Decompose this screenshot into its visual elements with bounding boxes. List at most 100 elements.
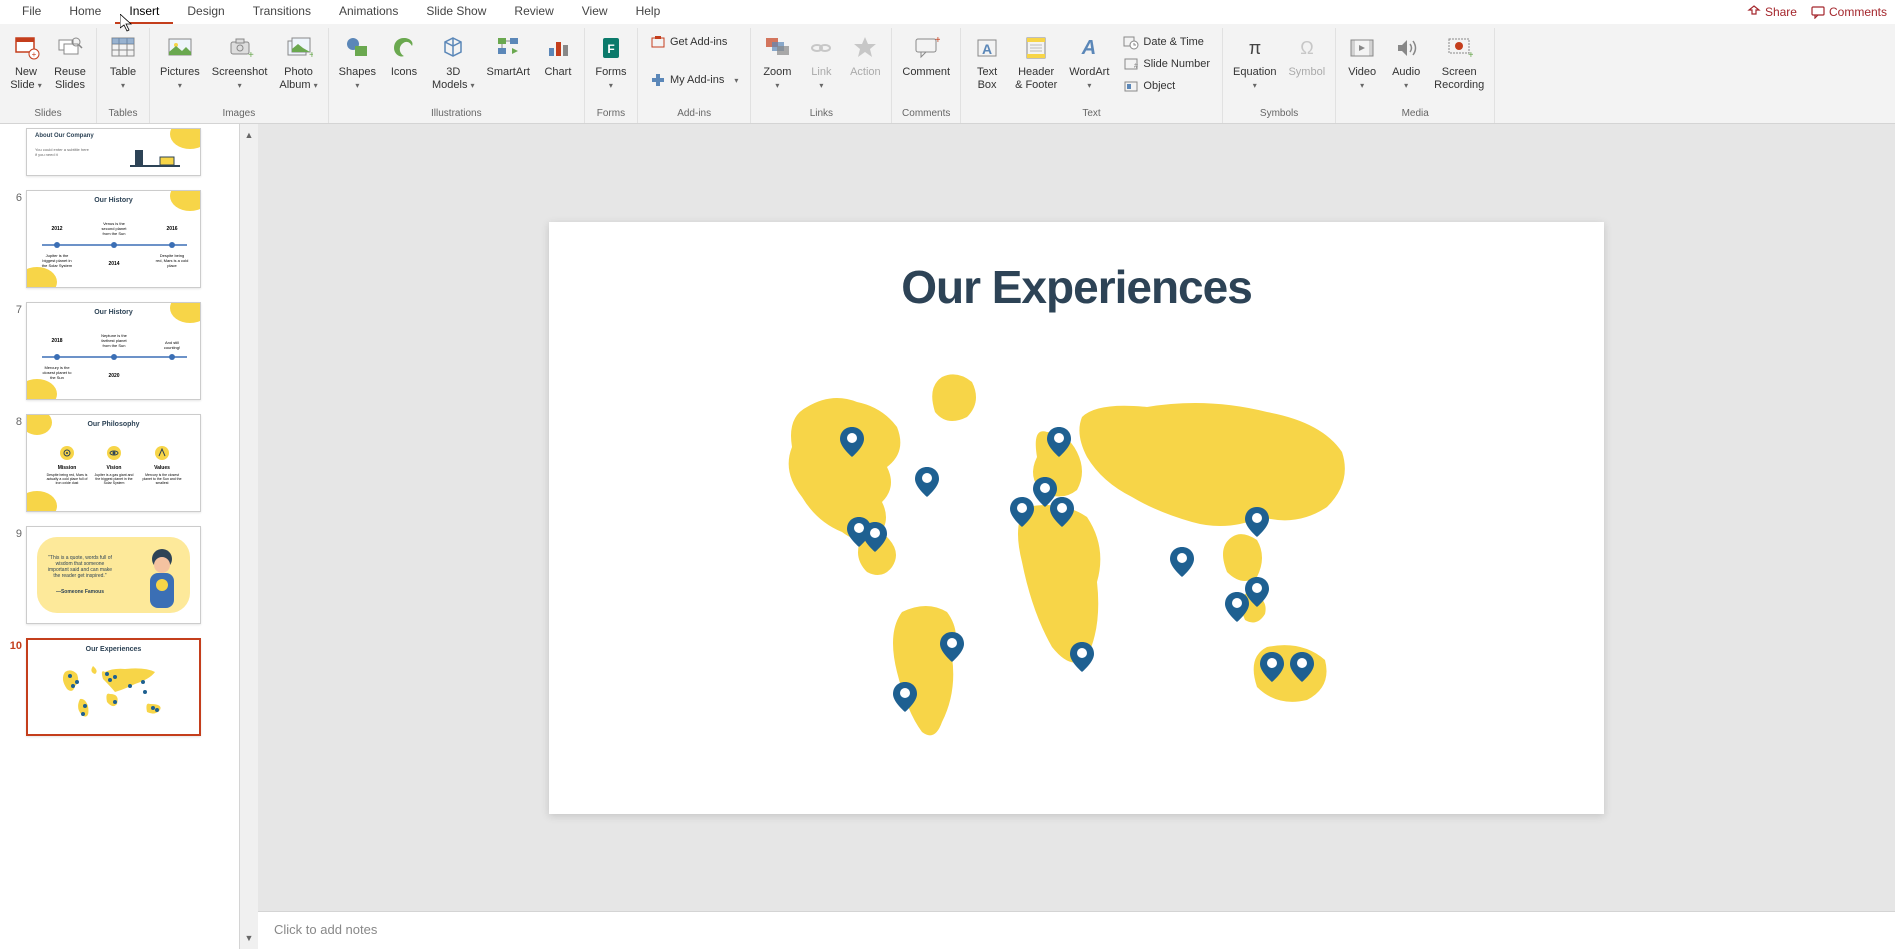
slide-thumb-8[interactable]: Our Philosophy Mission Vision Values Des… xyxy=(26,414,201,512)
ribbon-group-label-images: Images xyxy=(156,106,322,123)
table-button[interactable]: Table▾ xyxy=(103,30,143,94)
equation-label: Equation▾ xyxy=(1233,66,1276,92)
zoom-icon xyxy=(761,32,793,64)
svg-text:A: A xyxy=(1081,37,1096,59)
slide-thumb-7[interactable]: Our History 20182020Neptune is thefarthe… xyxy=(26,302,201,400)
notes-placeholder[interactable]: Click to add notes xyxy=(274,922,1879,937)
slide-number xyxy=(8,128,26,130)
svg-text:Vision: Vision xyxy=(107,465,122,471)
header-footer-icon xyxy=(1020,32,1052,64)
slide-panel-scrollbar[interactable]: ▲ ▼ xyxy=(240,124,258,949)
comment-button[interactable]: + Comment xyxy=(898,30,954,81)
slide-thumb-6[interactable]: Our History 201220142016Venus is theseco… xyxy=(26,190,201,288)
slide-thumb-5[interactable]: About Our Company You could enter a subt… xyxy=(26,128,201,176)
3d-models-button[interactable]: 3DModels ▾ xyxy=(428,30,479,94)
forms-button[interactable]: F Forms▾ xyxy=(591,30,631,94)
3d-models-icon xyxy=(437,32,469,64)
editor-area: Our Experiences xyxy=(258,124,1895,949)
reuse-slides-icon xyxy=(54,32,86,64)
reuse-slides-button[interactable]: ReuseSlides xyxy=(50,30,90,94)
menu-insert[interactable]: Insert xyxy=(115,0,173,24)
menu-view[interactable]: View xyxy=(568,0,622,24)
menubar-right: Share Comments xyxy=(1747,5,1887,19)
comments-button[interactable]: Comments xyxy=(1811,5,1887,19)
world-map[interactable] xyxy=(767,362,1387,762)
slide-canvas-wrap[interactable]: Our Experiences xyxy=(258,124,1895,911)
slide-number: 8 xyxy=(8,414,26,428)
slide-number-button[interactable]: # Slide Number xyxy=(1121,54,1212,74)
slide-canvas[interactable]: Our Experiences xyxy=(549,222,1604,814)
thumb-title: Our Philosophy xyxy=(27,415,200,428)
new-slide-button[interactable]: + NewSlide ▾ xyxy=(6,30,46,94)
slide-number-label: Slide Number xyxy=(1143,58,1210,70)
slide-number: 7 xyxy=(8,302,26,316)
slide-thumb-9[interactable]: "This is a quote, words full of wisdom t… xyxy=(26,526,201,624)
symbol-button: Ω Symbol xyxy=(1284,30,1329,81)
audio-button[interactable]: Audio▾ xyxy=(1386,30,1426,94)
smartart-button[interactable]: SmartArt xyxy=(483,30,534,81)
menu-transitions[interactable]: Transitions xyxy=(239,0,325,24)
chart-button[interactable]: Chart xyxy=(538,30,578,81)
zoom-button[interactable]: Zoom▾ xyxy=(757,30,797,94)
text-box-button[interactable]: A TextBox xyxy=(967,30,1007,94)
menu-help[interactable]: Help xyxy=(622,0,675,24)
header-footer-button[interactable]: Header& Footer xyxy=(1011,30,1061,94)
menu-review[interactable]: Review xyxy=(500,0,567,24)
menu-slide-show[interactable]: Slide Show xyxy=(412,0,500,24)
smartart-icon xyxy=(492,32,524,64)
thumb-title: About Our Company xyxy=(35,133,94,139)
reuse-slides-label: ReuseSlides xyxy=(54,66,86,92)
photo-album-button[interactable]: + PhotoAlbum ▾ xyxy=(275,30,321,94)
ribbon-group-label-addins: Add-ins xyxy=(644,106,744,123)
pictures-icon xyxy=(164,32,196,64)
video-button[interactable]: Video▾ xyxy=(1342,30,1382,94)
wordart-button[interactable]: A WordArt▾ xyxy=(1065,30,1113,94)
scroll-up-icon[interactable]: ▲ xyxy=(243,128,256,142)
screenshot-button[interactable]: + Screenshot▾ xyxy=(208,30,272,94)
pictures-button[interactable]: Pictures▾ xyxy=(156,30,204,94)
thumb-subtitle: You could enter a subtitle hereif you ne… xyxy=(35,147,89,157)
menu-home[interactable]: Home xyxy=(55,0,115,24)
svg-text:π: π xyxy=(1249,38,1261,58)
comment-label: Comment xyxy=(902,66,950,79)
screen-recording-button[interactable]: + ScreenRecording xyxy=(1430,30,1488,94)
3d-models-label: 3DModels ▾ xyxy=(432,66,475,92)
get-addins-button[interactable]: Get Add-ins xyxy=(648,32,740,52)
date-time-button[interactable]: Date & Time xyxy=(1121,32,1212,52)
svg-text:2014: 2014 xyxy=(108,261,119,267)
menu-design[interactable]: Design xyxy=(173,0,238,24)
ribbon-group-label-media: Media xyxy=(1342,106,1488,123)
slide-panel[interactable]: About Our Company You could enter a subt… xyxy=(0,124,240,949)
new-slide-icon: + xyxy=(10,32,42,64)
share-button[interactable]: Share xyxy=(1747,5,1797,19)
equation-button[interactable]: π Equation▾ xyxy=(1229,30,1280,94)
notes-area[interactable]: Click to add notes xyxy=(258,911,1895,949)
scroll-down-icon[interactable]: ▼ xyxy=(243,931,256,945)
svg-text:the Solar System: the Solar System xyxy=(42,263,73,268)
menu-file[interactable]: File xyxy=(8,0,55,24)
menubar-left: File Home Insert Design Transitions Anim… xyxy=(8,0,674,24)
ribbon-group-slides: + NewSlide ▾ ReuseSlides Slides xyxy=(0,28,97,123)
svg-text:#: # xyxy=(1134,63,1138,70)
svg-text:2018: 2018 xyxy=(51,338,62,344)
slide-number: 10 xyxy=(8,638,26,652)
icons-button[interactable]: Icons xyxy=(384,30,424,81)
ribbon-group-label-comments: Comments xyxy=(898,106,954,123)
shapes-button[interactable]: Shapes▾ xyxy=(335,30,380,94)
my-addins-label: My Add-ins xyxy=(670,74,724,86)
action-icon xyxy=(849,32,881,64)
my-addins-button[interactable]: My Add-ins ▾ xyxy=(648,70,740,90)
slide-thumb-10[interactable]: Our Experiences xyxy=(26,638,201,736)
slide-thumb-row: About Our Company You could enter a subt… xyxy=(8,128,231,176)
svg-text:+: + xyxy=(32,50,37,59)
object-button[interactable]: Object xyxy=(1121,76,1212,96)
menu-animations[interactable]: Animations xyxy=(325,0,412,24)
forms-icon: F xyxy=(595,32,627,64)
chart-icon xyxy=(542,32,574,64)
share-label: Share xyxy=(1765,5,1797,19)
screenshot-label: Screenshot▾ xyxy=(212,66,268,92)
get-addins-icon xyxy=(650,34,666,50)
photo-album-label: PhotoAlbum ▾ xyxy=(279,66,317,92)
icons-label: Icons xyxy=(391,66,417,79)
slide-title[interactable]: Our Experiences xyxy=(549,222,1604,314)
